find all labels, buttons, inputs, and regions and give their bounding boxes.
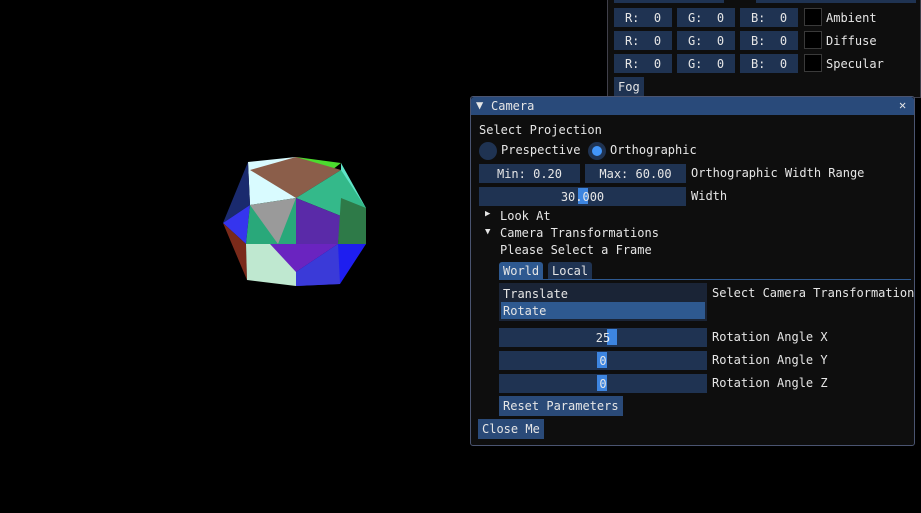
ambient-label: Ambient — [826, 11, 877, 25]
top-hidden-field-2[interactable] — [756, 0, 916, 3]
diffuse-color-swatch[interactable] — [804, 31, 822, 49]
fog-button[interactable]: Fog — [614, 77, 644, 96]
ambient-b-field[interactable]: B: 0 — [740, 8, 798, 27]
rotation-x-value: 25 — [595, 330, 611, 345]
orthographic-label: Orthographic — [610, 143, 697, 157]
tab-underline — [499, 279, 911, 280]
rotation-z-slider[interactable]: 0 — [499, 374, 707, 393]
orthographic-radio[interactable] — [588, 142, 606, 160]
specular-g-field[interactable]: G: 0 — [677, 54, 735, 73]
diffuse-b-field[interactable]: B: 0 — [740, 31, 798, 50]
tab-world[interactable]: World — [499, 262, 544, 279]
transformation-listbox[interactable]: Translate Rotate — [499, 283, 707, 321]
rotation-y-value: 0 — [599, 353, 607, 368]
transformations-arrow-icon[interactable]: ▼ — [485, 227, 490, 237]
tab-local[interactable]: Local — [548, 262, 593, 279]
camera-window: ▼ Camera ✕ Select Projection Prespective… — [470, 96, 915, 446]
ambient-r-field[interactable]: R: 0 — [614, 8, 672, 27]
specular-color-swatch[interactable] — [804, 54, 822, 72]
top-hidden-field-1[interactable] — [614, 0, 724, 3]
rotation-y-slider[interactable]: 0 — [499, 351, 707, 370]
transform-label: Select Camera Transformation — [712, 286, 915, 300]
width-slider[interactable]: 30.000 — [479, 187, 686, 206]
frame-prompt: Please Select a Frame — [500, 243, 652, 257]
collapse-arrow-icon[interactable]: ▼ — [476, 98, 483, 112]
rotation-z-value: 0 — [599, 376, 607, 391]
ambient-color-swatch[interactable] — [804, 8, 822, 26]
perspective-radio[interactable] — [479, 142, 497, 160]
close-me-button[interactable]: Close Me — [478, 419, 544, 439]
ortho-max-field[interactable]: Max: 60.00 — [585, 164, 686, 183]
diffuse-label: Diffuse — [826, 34, 877, 48]
select-projection-label: Select Projection — [479, 123, 602, 137]
camera-title: Camera — [491, 99, 535, 113]
rotation-x-slider[interactable]: 25 — [499, 328, 707, 347]
ambient-g-field[interactable]: G: 0 — [677, 8, 735, 27]
width-slider-value: 30.000 — [560, 189, 605, 204]
diffuse-r-field[interactable]: R: 0 — [614, 31, 672, 50]
look-at-header[interactable]: Look At — [500, 209, 551, 223]
viewport-polyhedron — [223, 157, 366, 286]
reset-parameters-button[interactable]: Reset Parameters — [499, 396, 623, 416]
list-item-translate[interactable]: Translate — [501, 285, 705, 302]
camera-title-bar[interactable]: ▼ Camera ✕ — [471, 97, 914, 115]
specular-label: Specular — [826, 57, 884, 71]
diffuse-g-field[interactable]: G: 0 — [677, 31, 735, 50]
specular-b-field[interactable]: B: 0 — [740, 54, 798, 73]
width-label: Width — [691, 189, 728, 203]
specular-r-field[interactable]: R: 0 — [614, 54, 672, 73]
ortho-range-label: Orthographic Width Range — [691, 166, 865, 180]
rotation-z-label: Rotation Angle Z — [712, 376, 828, 390]
ortho-min-field[interactable]: Min: 0.20 — [479, 164, 580, 183]
look-at-arrow-icon[interactable]: ▶ — [485, 209, 490, 219]
close-icon[interactable]: ✕ — [899, 98, 906, 112]
rotation-y-label: Rotation Angle Y — [712, 353, 828, 367]
rotation-x-label: Rotation Angle X — [712, 330, 828, 344]
perspective-label: Prespective — [501, 143, 581, 157]
camera-transformations-header[interactable]: Camera Transformations — [500, 226, 659, 240]
list-item-rotate[interactable]: Rotate — [501, 302, 705, 319]
